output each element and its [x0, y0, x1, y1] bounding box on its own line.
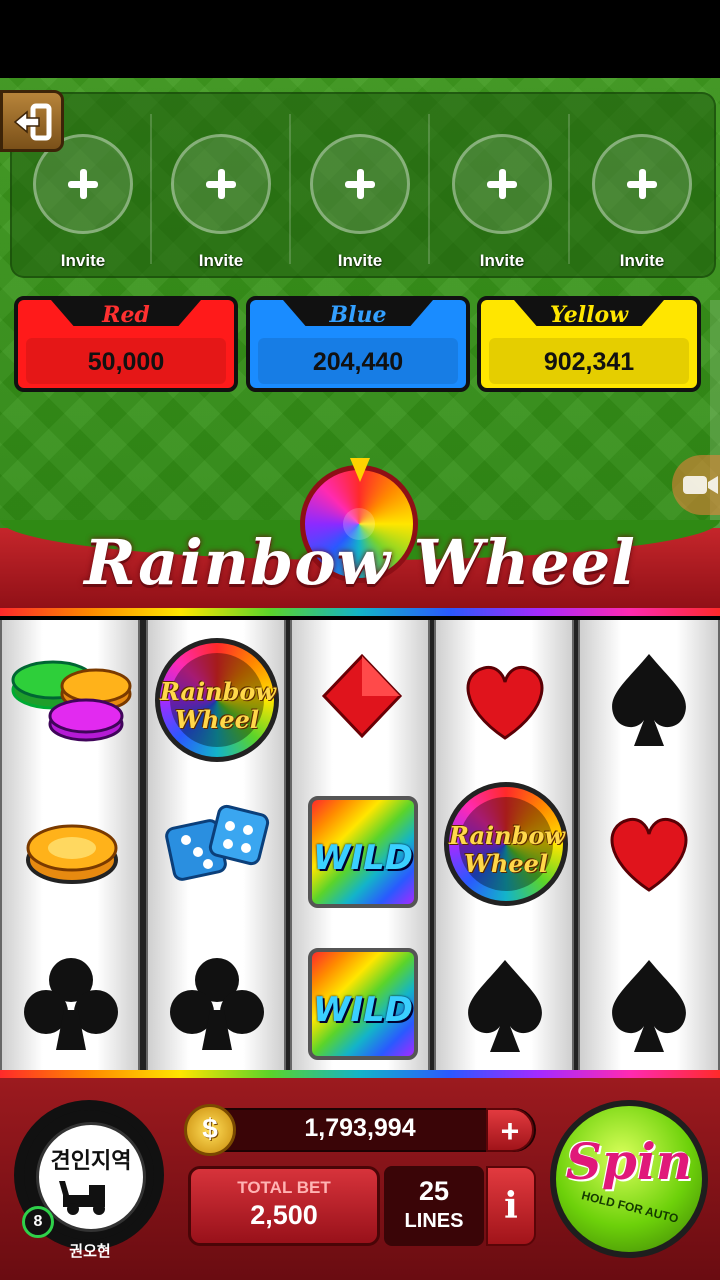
chip-stack-icon: [8, 632, 138, 762]
reel-3: WILD WILD: [290, 620, 430, 1070]
team-red-score: 50,000: [87, 348, 165, 376]
invite-label: Invite: [60, 251, 106, 270]
spade-icon: [584, 940, 714, 1070]
reel-1: [0, 620, 140, 1070]
team-blue-panel: Blue 204,440: [246, 296, 470, 392]
team-yellow-score: 902,341: [543, 348, 635, 376]
avatar-text: 견인지역: [50, 1148, 132, 1173]
divider: [428, 114, 430, 264]
status-bar: [0, 0, 720, 78]
wild-text: WILD: [312, 990, 414, 1030]
team-yellow-name: Yellow: [549, 302, 629, 328]
dice-icon: [152, 786, 282, 916]
wild-text: WILD: [312, 838, 414, 878]
add-friend-plus-icon[interactable]: [310, 134, 410, 234]
diamond-icon: [296, 634, 426, 764]
lines-label: LINES: [404, 1210, 464, 1232]
slot-reels[interactable]: Rainbow Wheel WILD WILD Rainbow Wheel: [0, 620, 720, 1070]
wild-icon: WILD: [308, 948, 418, 1060]
club-icon: [6, 940, 136, 1070]
club-icon: [152, 940, 282, 1070]
badge-text-line1: Rainbow: [449, 821, 566, 850]
dollar-coin-icon: $: [184, 1104, 236, 1156]
add-friend-plus-icon[interactable]: [171, 134, 271, 234]
invite-slot-5[interactable]: Invite: [572, 94, 710, 276]
add-friend-plus-icon[interactable]: [592, 134, 692, 234]
paytable-info-button[interactable]: i: [486, 1166, 536, 1246]
badge-text-line1: Rainbow: [160, 677, 277, 706]
team-blue-score: 204,440: [312, 348, 404, 376]
invite-label: Invite: [479, 251, 525, 270]
game-title: Rainbow Wheel: [84, 526, 636, 599]
rainbow-wheel-badge-icon: Rainbow Wheel: [444, 782, 568, 906]
invite-label: Invite: [198, 251, 244, 270]
spin-label: Spin: [565, 1132, 693, 1191]
reel-4: Rainbow Wheel: [434, 620, 574, 1070]
rainbow-wheel-badge-icon: Rainbow Wheel: [155, 638, 279, 762]
exit-button[interactable]: [0, 90, 64, 152]
reel-5: [578, 620, 720, 1070]
total-bet-value: 2,500: [250, 1200, 318, 1230]
tow-truck-icon: [59, 1181, 105, 1215]
heart-icon: [440, 634, 570, 764]
buy-coins-button[interactable]: +: [486, 1108, 534, 1152]
rainbow-divider-top: [0, 608, 720, 616]
rainbow-divider-bottom: [0, 1070, 720, 1078]
badge-text-line2: Wheel: [174, 705, 260, 734]
wild-icon: WILD: [308, 796, 418, 908]
level-badge: 8: [22, 1206, 54, 1238]
coin-balance: 1,793,994: [304, 1114, 416, 1142]
team-yellow-panel: Yellow 902,341: [477, 296, 701, 392]
spade-icon: [584, 634, 714, 764]
invite-label: Invite: [337, 251, 383, 270]
spade-icon: [440, 940, 570, 1070]
invite-label: Invite: [619, 251, 665, 270]
invite-slot-3[interactable]: Invite: [290, 94, 428, 276]
reel-2: Rainbow Wheel: [146, 620, 286, 1070]
invite-slot-2[interactable]: Invite: [151, 94, 289, 276]
chip-stack-small-icon: [8, 786, 138, 916]
add-friend-plus-icon[interactable]: [452, 134, 552, 234]
player-name: 권오현: [69, 1243, 111, 1260]
team-red-name: Red: [102, 302, 150, 328]
invite-slot-4[interactable]: Invite: [432, 94, 570, 276]
invite-panel: Invite Invite Invite Invite Invite: [10, 92, 716, 278]
exit-door-icon: [13, 103, 52, 141]
heart-icon: [584, 786, 714, 916]
team-red-panel: Red 50,000: [14, 296, 238, 392]
lines-count: 25: [418, 1176, 450, 1206]
team-blue-name: Blue: [329, 302, 387, 328]
badge-text-line2: Wheel: [463, 849, 549, 878]
total-bet-label: TOTAL BET: [237, 1178, 331, 1197]
camera-icon: [683, 476, 718, 494]
